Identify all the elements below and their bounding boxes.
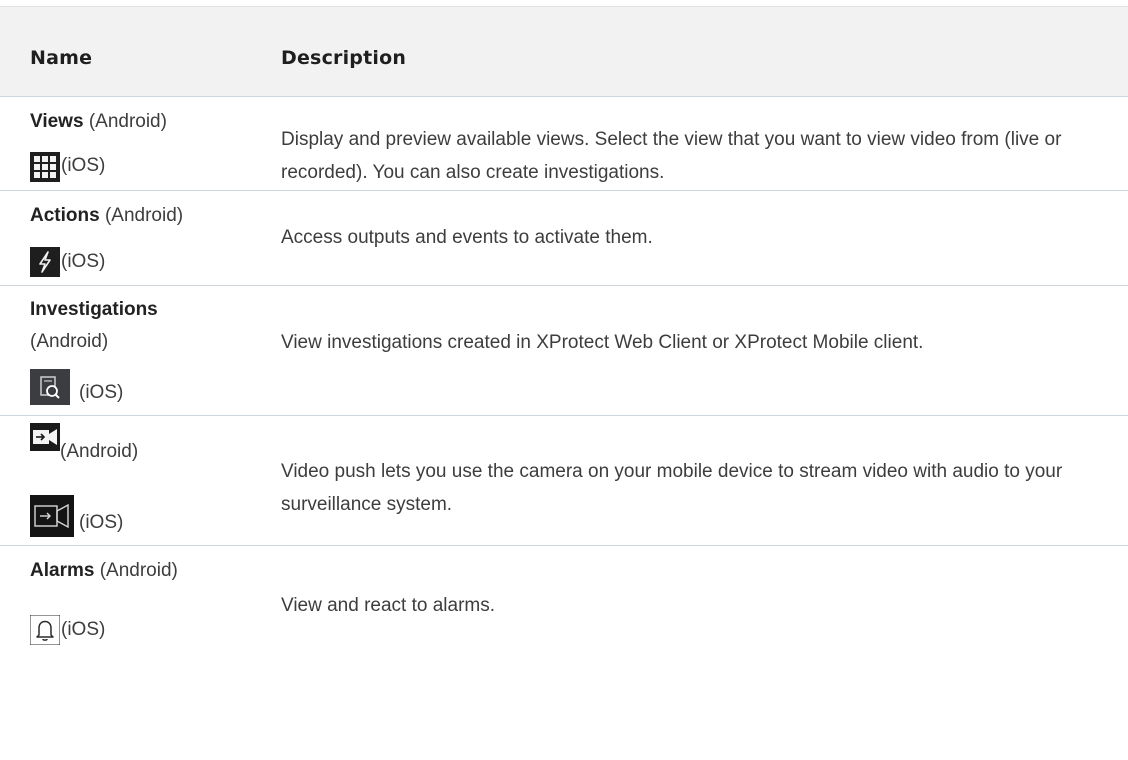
table-row: Alarms (Android) (iOS) View and react to… [0,546,1128,760]
platform-android: (Android) [104,205,184,226]
lightning-icon [30,247,60,277]
row-title: Alarms [30,560,95,581]
description-cell: Display and preview available views. Sel… [281,129,1062,183]
investigation-icon [30,369,70,405]
platform-ios: (iOS) [79,512,124,533]
description-cell: Video push lets you use the camera on yo… [281,461,1063,515]
platform-android: (Android) [99,560,178,581]
platform-ios: (iOS) [61,619,106,640]
platform-ios: (iOS) [61,155,106,176]
description-cell: Access outputs and events to activate th… [281,227,653,248]
description-cell: View investigations created in XProtect … [281,332,924,353]
description-cell: View and react to alarms. [281,595,496,616]
platform-android: (Android) [60,441,139,462]
video-push-outline-icon [30,495,74,537]
table-row: Investigations (Android) (iOS) View inve… [0,286,1128,416]
row-title: Views [30,111,84,132]
table-row: Actions (Android) (iOS) Access outputs a… [0,191,1128,286]
platform-ios: (iOS) [61,251,106,272]
table-header: Name Description [0,6,1128,97]
platform-ios: (iOS) [79,382,124,403]
platform-android: (Android) [30,331,109,352]
grid-icon [30,152,60,182]
header-description: Description [281,47,407,69]
table-row: (Android) (iOS) Video push lets you use … [0,416,1128,546]
bell-icon [30,615,60,645]
row-title: Actions [30,205,100,226]
row-title: Investigations [30,299,158,320]
table-row: Views (Android) (iOS) Display and previe… [0,97,1128,191]
header-name: Name [30,47,93,69]
video-push-icon [30,423,60,451]
platform-android: (Android) [88,111,167,132]
